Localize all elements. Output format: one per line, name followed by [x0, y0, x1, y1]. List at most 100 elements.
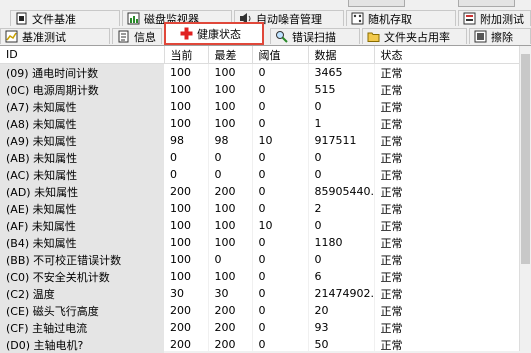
cell-threshold: 0 [252, 149, 309, 166]
cell-current: 30 [164, 285, 209, 302]
column-header-id[interactable]: ID [0, 46, 165, 64]
table-row[interactable]: (C0) 不安全关机计数 100 100 0 6 正常 [0, 268, 521, 285]
cell-id: (D0) 主轴电机? [0, 336, 164, 353]
table-row[interactable]: (AC) 未知属性 0 0 0 0 正常 [0, 166, 521, 183]
cell-current: 100 [164, 234, 209, 251]
cell-data: 93 [308, 319, 375, 336]
info-icon [117, 30, 130, 43]
tab-label: 随机存取 [368, 12, 412, 26]
cell-threshold: 0 [252, 268, 309, 285]
tab-error-scan[interactable]: 错误扫描 [270, 28, 360, 44]
cell-threshold: 0 [252, 63, 309, 81]
cell-worst: 200 [208, 183, 253, 200]
cell-data: 2 [308, 200, 375, 217]
table-row[interactable]: (BB) 不可校正错误计数 100 0 0 0 正常 [0, 251, 521, 268]
cell-id: (0C) 电源周期计数 [0, 81, 164, 98]
cell-status: 正常 [374, 63, 521, 81]
tab-extra-tests[interactable]: 附加测试 [458, 10, 531, 26]
tab-label: 基准测试 [22, 30, 66, 44]
table-row[interactable]: (AF) 未知属性 100 100 10 0 正常 [0, 217, 521, 234]
column-header-data[interactable]: 数据 [308, 46, 375, 64]
random-access-icon [351, 12, 364, 25]
cell-current: 100 [164, 63, 209, 81]
cell-id: (A7) 未知属性 [0, 98, 164, 115]
cell-id: (AD) 未知属性 [0, 183, 164, 200]
table-row[interactable]: (CE) 磁头飞行高度 200 200 0 20 正常 [0, 302, 521, 319]
cell-current: 100 [164, 81, 209, 98]
cell-status: 正常 [374, 268, 521, 285]
cell-id: (AB) 未知属性 [0, 149, 164, 166]
health-cross-icon [180, 27, 193, 40]
cell-status: 正常 [374, 302, 521, 319]
disk-monitor-icon [127, 12, 140, 25]
table-row[interactable]: (B4) 未知属性 100 100 0 1180 正常 [0, 234, 521, 251]
tab-file-benchmark[interactable]: 文件基准 [10, 10, 120, 26]
cell-threshold: 0 [252, 81, 309, 98]
tab-random-access[interactable]: 随机存取 [346, 10, 456, 26]
cell-threshold: 10 [252, 132, 309, 149]
tab-label: 错误扫描 [292, 30, 336, 44]
cell-threshold: 0 [252, 251, 309, 268]
column-header-threshold[interactable]: 阈值 [252, 46, 309, 64]
cell-data: 0 [308, 251, 375, 268]
folder-icon [367, 30, 380, 43]
table-row[interactable]: (AE) 未知属性 100 100 0 2 正常 [0, 200, 521, 217]
cell-data: 20 [308, 302, 375, 319]
table-row[interactable]: (A9) 未知属性 98 98 10 917511 正常 [0, 132, 521, 149]
cell-worst: 200 [208, 302, 253, 319]
table-row[interactable]: (CF) 主轴过电流 200 200 0 93 正常 [0, 319, 521, 336]
cell-current: 200 [164, 319, 209, 336]
tab-folder-usage[interactable]: 文件夹占用率 [362, 28, 467, 44]
cell-id: (09) 通电时间计数 [0, 63, 164, 81]
vertical-scrollbar[interactable] [519, 46, 531, 351]
cell-worst: 100 [208, 200, 253, 217]
cell-worst: 0 [208, 251, 253, 268]
cell-id: (AF) 未知属性 [0, 217, 164, 234]
cell-worst: 100 [208, 63, 253, 81]
extra-tests-icon [463, 12, 476, 25]
erase-icon [474, 30, 487, 43]
cell-worst: 100 [208, 217, 253, 234]
table-row[interactable]: (0C) 电源周期计数 100 100 0 515 正常 [0, 81, 521, 98]
cell-current: 100 [164, 200, 209, 217]
tab-health[interactable]: 健康状态 [164, 22, 264, 45]
cell-current: 100 [164, 268, 209, 285]
table-row[interactable]: (A8) 未知属性 100 100 0 1 正常 [0, 115, 521, 132]
table-header-row: ID 当前 最差 阈值 数据 状态 [0, 46, 521, 64]
cell-worst: 100 [208, 234, 253, 251]
table-row[interactable]: (AD) 未知属性200200085905440...正常 [0, 183, 521, 200]
cell-status: 正常 [374, 132, 521, 149]
tab-label: 文件夹占用率 [384, 30, 450, 44]
cell-data: 85905440... [308, 183, 375, 200]
cell-worst: 200 [208, 319, 253, 336]
cell-id: (B4) 未知属性 [0, 234, 164, 251]
cell-current: 100 [164, 115, 209, 132]
tab-label: 自动噪音管理 [256, 12, 322, 26]
tab-benchmark[interactable]: 基准测试 [0, 28, 110, 44]
cell-worst: 0 [208, 166, 253, 183]
cell-worst: 0 [208, 149, 253, 166]
column-header-current[interactable]: 当前 [164, 46, 209, 64]
cell-id: (AE) 未知属性 [0, 200, 164, 217]
cell-current: 98 [164, 132, 209, 149]
tab-erase[interactable]: 擦除 [469, 28, 531, 44]
table-row[interactable]: (A7) 未知属性 100 100 0 0 正常 [0, 98, 521, 115]
tab-row-1: 文件基准 磁盘监视器 自动噪音管理 随机存取 附加测试 [0, 10, 531, 27]
cell-worst: 100 [208, 81, 253, 98]
cell-status: 正常 [374, 200, 521, 217]
table-row[interactable]: (D0) 主轴电机? 200 200 0 50 正常 [0, 336, 521, 353]
cell-id: (A8) 未知属性 [0, 115, 164, 132]
cell-current: 100 [164, 98, 209, 115]
column-header-worst[interactable]: 最差 [208, 46, 253, 64]
cell-status: 正常 [374, 234, 521, 251]
cell-threshold: 0 [252, 98, 309, 115]
cell-data: 917511 [308, 132, 375, 149]
tab-info[interactable]: 信息 [112, 28, 162, 44]
column-header-status[interactable]: 状态 [374, 46, 521, 64]
scrollbar-thumb[interactable] [521, 54, 530, 264]
cell-data: 0 [308, 98, 375, 115]
table-row[interactable]: (09) 通电时间计数 100 100 0 3465 正常 [0, 63, 521, 81]
table-row[interactable]: (C2) 温度3030021474902...正常 [0, 285, 521, 302]
cell-status: 正常 [374, 115, 521, 132]
table-row[interactable]: (AB) 未知属性 0 0 0 0 正常 [0, 149, 521, 166]
